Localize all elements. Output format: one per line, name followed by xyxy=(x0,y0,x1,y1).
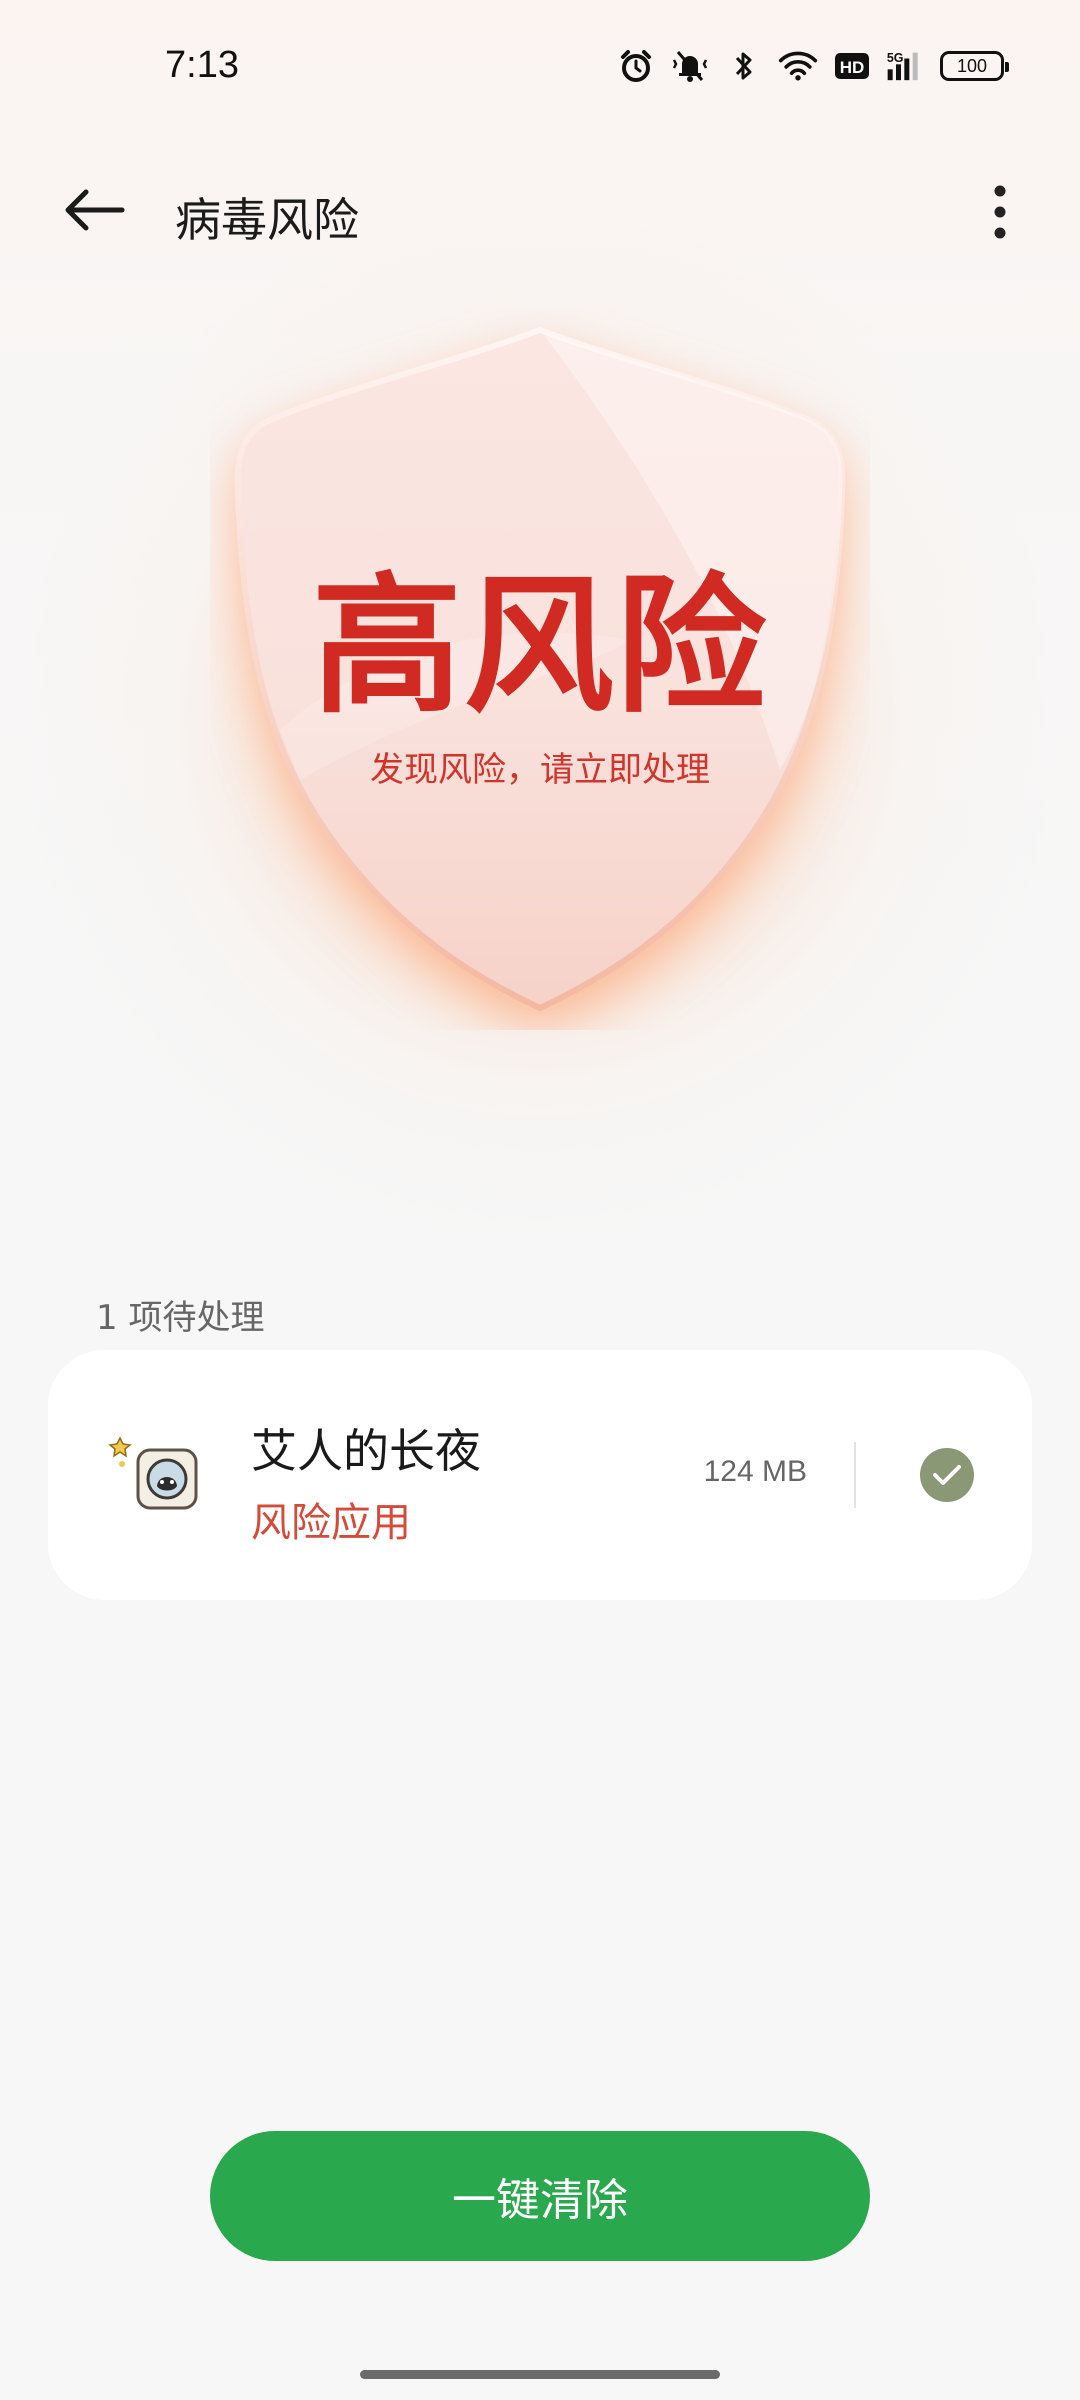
pending-count-label: 1 项待处理 xyxy=(96,1298,265,1338)
risk-shield: 高风险 发现风险，请立即处理 xyxy=(210,310,870,1030)
risk-app-card[interactable]: 艾人的长夜 风险应用 124 MB xyxy=(48,1350,1032,1600)
status-bar: 7:13 HD 5G 100 xyxy=(0,0,1080,140)
page-title: 病毒风险 xyxy=(175,193,359,247)
battery-level: 100 xyxy=(956,55,988,76)
svg-text:5G: 5G xyxy=(887,51,904,65)
wifi-icon xyxy=(778,46,818,86)
status-time: 7:13 xyxy=(165,44,239,86)
mute-vibrate-icon xyxy=(670,46,710,86)
signal-5g-icon: 5G xyxy=(886,46,926,86)
top-bar: 病毒风险 xyxy=(0,150,1080,270)
risk-level-text: 高风险 xyxy=(311,560,768,734)
more-options-button[interactable] xyxy=(960,172,1040,252)
app-size: 124 MB xyxy=(703,1455,807,1488)
check-icon xyxy=(933,1465,961,1485)
risk-description: 发现风险，请立即处理 xyxy=(370,750,710,790)
select-checkbox[interactable] xyxy=(920,1448,974,1502)
one-click-clean-button[interactable]: 一键清除 xyxy=(210,2131,870,2261)
back-button[interactable] xyxy=(50,170,140,250)
bluetooth-icon xyxy=(724,46,764,86)
app-name: 艾人的长夜 xyxy=(251,1424,481,1478)
more-vertical-icon xyxy=(994,185,1006,239)
battery-icon: 100 xyxy=(940,51,1009,81)
status-icons: HD 5G 100 xyxy=(616,44,1009,88)
card-divider xyxy=(854,1442,856,1508)
arrow-left-icon xyxy=(65,189,125,231)
app-risk-status: 风险应用 xyxy=(251,1500,411,1546)
svg-text:HD: HD xyxy=(840,58,865,77)
app-icon xyxy=(108,1430,208,1520)
alarm-icon xyxy=(616,46,656,86)
hd-icon: HD xyxy=(832,46,872,86)
home-indicator[interactable] xyxy=(360,2370,720,2379)
